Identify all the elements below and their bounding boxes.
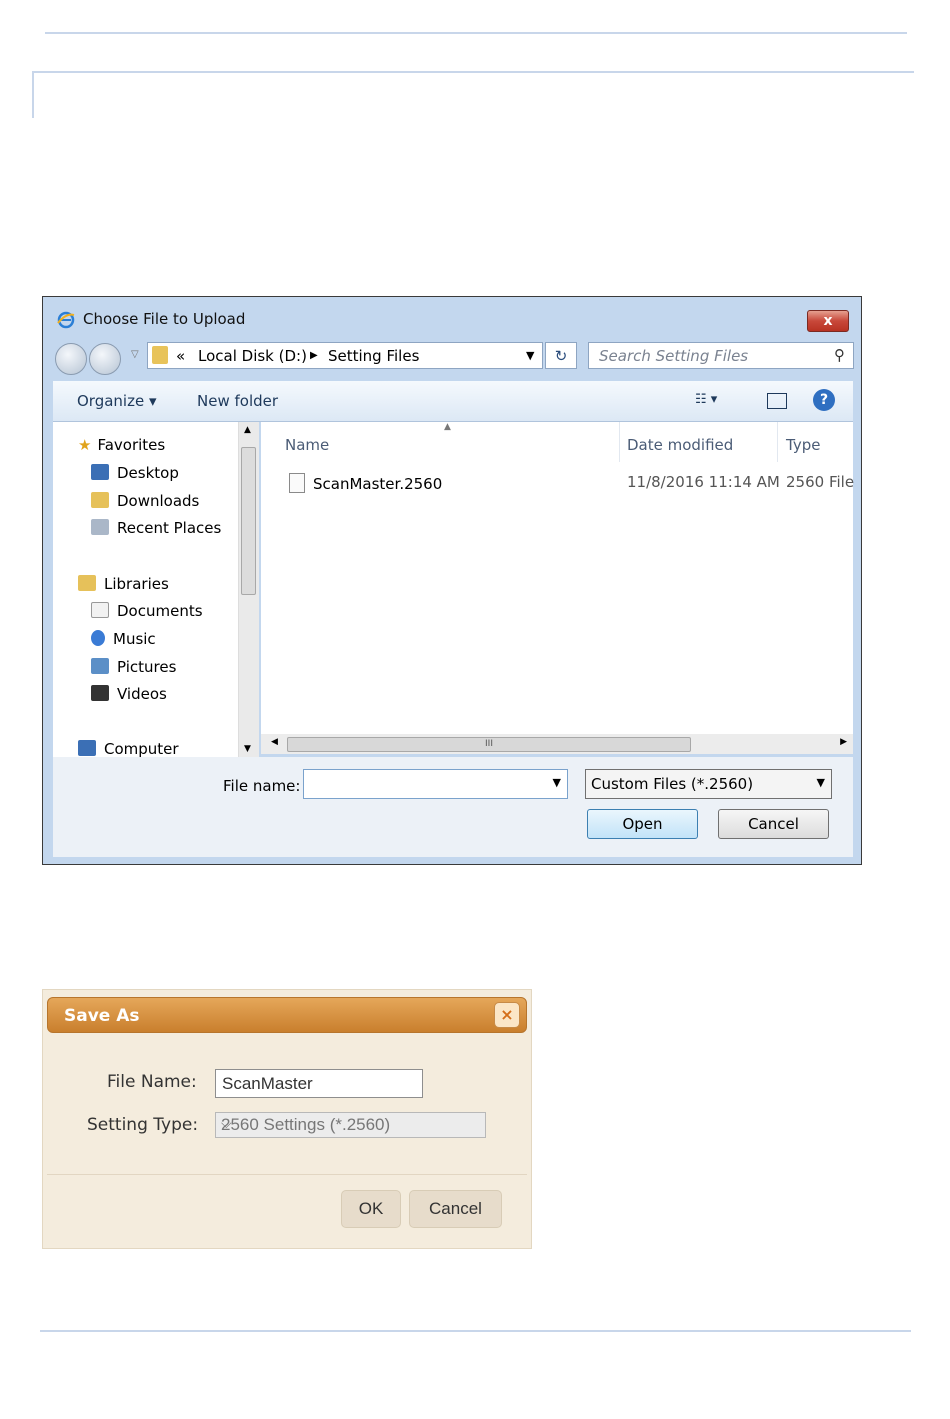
back-button[interactable] [55,343,87,375]
save-as-title-bar: Save As × [47,997,527,1033]
column-type[interactable]: Type [786,436,820,454]
libraries-icon [78,575,96,591]
close-icon[interactable]: × [494,1002,520,1028]
file-name-label: File Name: [107,1072,197,1092]
refresh-icon[interactable]: ↻ [545,342,577,369]
open-button[interactable]: Open [587,809,698,839]
scroll-right-icon[interactable]: ▶ [840,737,847,747]
file-list: ▲ Name Date modified Type ScanMaster.256… [261,422,855,734]
preview-pane-icon[interactable] [767,393,787,409]
file-type-filter[interactable]: Custom Files (*.2560) ▼ [585,769,832,799]
save-file-name-field[interactable] [215,1069,423,1098]
nav-scrollbar[interactable]: ▲ ▼ [238,422,259,757]
file-name-cell[interactable]: ScanMaster.2560 [289,473,442,493]
toolbar: Organize ▾ New folder ☷ ▾ ? [53,381,853,422]
cancel-button[interactable]: Cancel [409,1190,502,1228]
nav-recent-places[interactable]: Recent Places [91,519,221,537]
breadcrumb-setting-files[interactable]: Setting Files [328,347,419,365]
music-icon [91,630,105,646]
new-folder-button[interactable]: New folder [197,392,278,410]
videos-icon [91,685,109,701]
file-date-cell: 11/8/2016 11:14 AM [627,473,780,491]
desktop-icon [91,464,109,480]
top-rule [45,32,907,34]
column-divider[interactable] [777,422,778,462]
star-icon: ★ [78,436,92,454]
navigation-pane: ★ Favorites Desktop Downloads Recent Plac… [53,422,238,757]
file-type-cell: 2560 File [786,473,855,491]
recent-pages-chevron-icon[interactable]: ▽ [131,349,139,360]
search-input[interactable] [597,346,821,366]
divider [47,1174,527,1175]
scroll-up-icon[interactable]: ▲ [244,425,251,435]
choose-file-dialog: Choose File to Upload x ▽ « Local Disk (… [42,296,862,865]
save-as-dialog: Save As × File Name: Setting Type: 2560 … [42,989,532,1249]
bottom-rule [40,1330,911,1332]
documents-icon [91,602,109,618]
computer-icon [78,740,96,756]
file-name-combobox[interactable]: ▼ [303,769,568,799]
breadcrumb-local-disk[interactable]: Local Disk (D:) [198,347,307,365]
chevron-down-icon[interactable]: ▼ [817,776,825,789]
nav-buttons: ▽ [55,343,145,375]
column-name[interactable]: Name [285,436,329,454]
address-chevrons[interactable]: « [176,347,185,365]
downloads-icon [91,492,109,508]
nav-computer[interactable]: Computer [78,740,179,757]
setting-type-label: Setting Type: [87,1115,199,1135]
column-date-modified[interactable]: Date modified [627,436,733,454]
forward-button[interactable] [89,343,121,375]
address-dropdown-icon[interactable]: ▼ [526,349,534,362]
help-icon[interactable]: ? [813,389,835,411]
save-file-name-input[interactable] [220,1070,420,1097]
address-bar[interactable]: « Local Disk (D:) ▶ Setting Files ▼ [147,342,543,369]
file-name-label: File name: [223,777,301,795]
folder-icon [152,346,168,364]
organize-button[interactable]: Organize ▾ [77,392,157,410]
nav-documents[interactable]: Documents [91,602,203,620]
close-button[interactable]: x [807,310,849,332]
file-type-filter-value: Custom Files (*.2560) [591,775,754,793]
breadcrumb-arrow-icon[interactable]: ▶ [310,350,318,361]
internet-explorer-icon [57,311,75,329]
search-icon[interactable]: ⚲ [834,346,845,364]
horizontal-scroll-thumb[interactable]: III [287,737,691,752]
nav-scroll-thumb[interactable] [241,447,256,595]
file-icon [289,473,305,493]
nav-libraries[interactable]: Libraries [78,575,169,593]
recent-places-icon [91,519,109,535]
ok-button[interactable]: OK [341,1190,401,1228]
scroll-left-icon[interactable]: ◀ [271,737,278,747]
file-name-dropdown-icon[interactable]: ▼ [553,776,561,789]
nav-pictures[interactable]: Pictures [91,658,176,676]
nav-videos[interactable]: Videos [91,685,167,703]
sort-indicator-icon: ▲ [444,422,451,432]
setting-type-select[interactable]: 2560 Settings (*.2560) ⌵ [215,1112,486,1138]
save-as-title: Save As [64,1006,140,1026]
cancel-button[interactable]: Cancel [718,809,829,839]
view-options-icon[interactable]: ☷ ▾ [695,392,717,407]
nav-favorites[interactable]: ★ Favorites [78,436,165,454]
dialog-title: Choose File to Upload [83,310,246,328]
nav-desktop[interactable]: Desktop [91,464,179,482]
column-divider[interactable] [619,422,620,462]
nav-downloads[interactable]: Downloads [91,492,199,510]
chevron-down-icon[interactable]: ⌵ [221,1115,479,1132]
scroll-down-icon[interactable]: ▼ [244,744,251,754]
pictures-icon [91,658,109,674]
header-frame [32,71,914,118]
nav-music[interactable]: Music [91,630,156,648]
horizontal-scrollbar[interactable]: ◀ III ▶ [261,734,853,754]
file-name-input[interactable] [308,770,542,798]
search-box[interactable]: ⚲ [588,342,854,369]
